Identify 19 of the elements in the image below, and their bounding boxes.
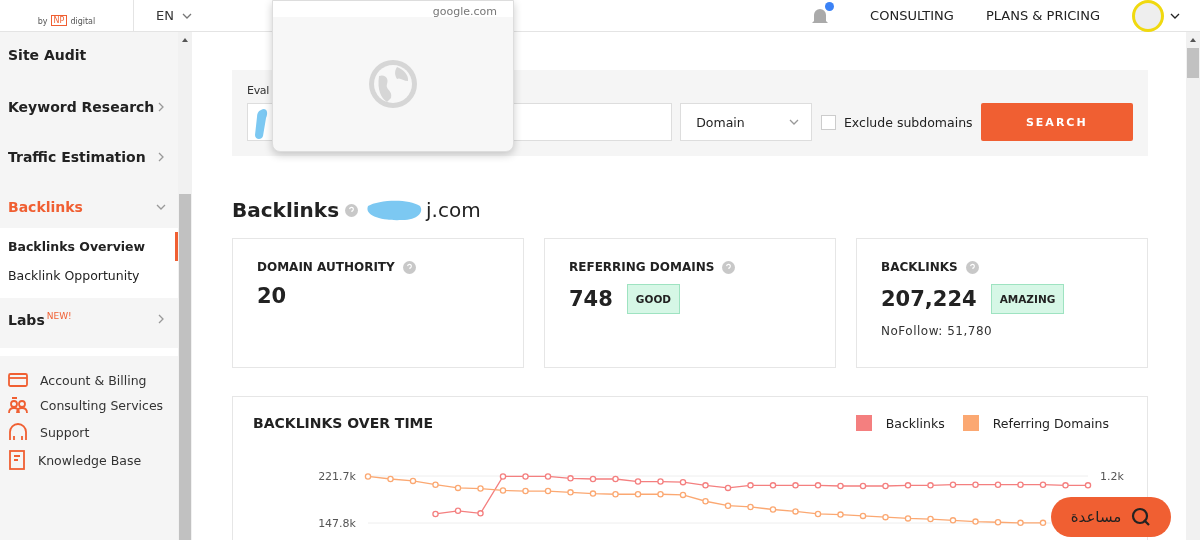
metric-value: 20 — [257, 284, 287, 308]
metric-value: 207,224 — [881, 287, 977, 311]
metric-value: 748 — [569, 287, 613, 311]
axis-label: 1.2k — [1100, 470, 1124, 483]
metric-title: DOMAIN AUTHORITY — [257, 260, 395, 274]
axis-label: 221.7k — [318, 470, 356, 483]
legend-label: Referring Domains — [992, 415, 1109, 431]
metric-title: REFERRING DOMAINS — [569, 260, 715, 274]
section-title: Backlinks — [232, 198, 340, 222]
rating-badge: AMAZING — [990, 284, 1065, 314]
domain-text: j.com — [426, 198, 481, 222]
metric-note: NoFollow: 51,780 — [881, 324, 994, 338]
metric-title: BACKLINKS — [881, 260, 958, 274]
chart-title: BACKLINKS OVER TIME — [253, 415, 434, 431]
checkbox-label: Exclude subdomains — [843, 114, 973, 130]
field-label: Eval — [247, 84, 271, 97]
axis-label: 147.8k — [318, 517, 356, 530]
rating-badge: GOOD — [626, 284, 681, 314]
legend-label: Backlinks — [885, 415, 945, 431]
